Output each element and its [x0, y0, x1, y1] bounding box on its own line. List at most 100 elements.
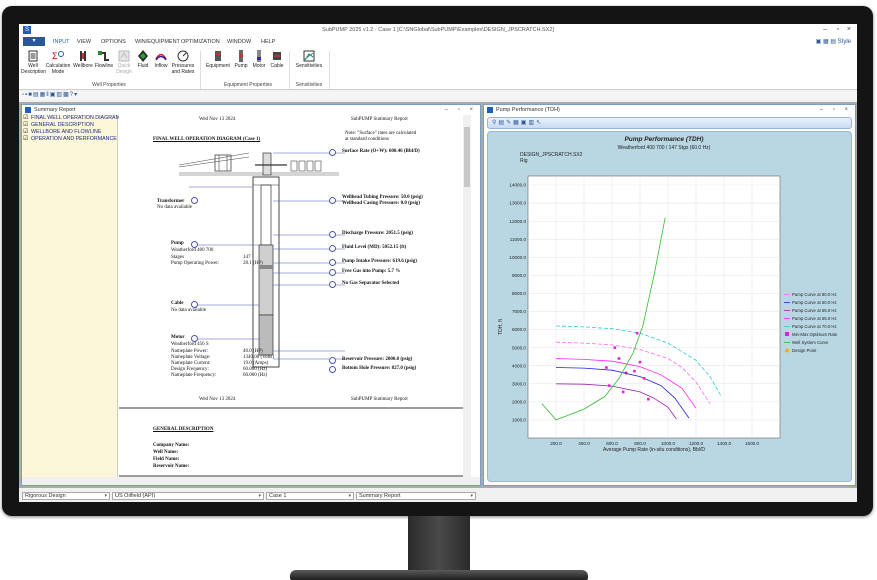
design-mode-select[interactable]: Rigorous Design [22, 492, 110, 500]
sensitivities-icon [303, 50, 315, 62]
pump-button[interactable]: Pump [232, 50, 250, 69]
quick-access-toolbar[interactable]: ▫▪■▤▦‖▣▥▩?▾ [19, 91, 857, 100]
summary-report-window: Summary Report – ▫ × FINAL WELL OPERATIO… [21, 104, 481, 486]
status-bar: Rigorous Design US Oilfield (API) Case 1… [19, 490, 857, 502]
minimize-icon[interactable]: – [823, 26, 827, 33]
fluid-level: Fluid Level (MD): 5052.15 (ft) [342, 245, 407, 250]
tab-equipment[interactable]: WIN/EQUIPMENT [135, 39, 180, 45]
tab-optimization[interactable]: OPTIMIZATION [181, 39, 220, 45]
tab-input[interactable]: INPUT [53, 39, 70, 45]
print-icon[interactable]: ▤ [33, 92, 40, 98]
legend-entry: Pump Curve at 60.0 Hz [792, 300, 837, 305]
legend-entry: Pump Curve at 70.0 Hz [792, 324, 837, 329]
diagram-title: FINAL WELL OPERATION DIAGRAM (Case 1) [153, 137, 261, 142]
well-description-button[interactable]: Well Description [21, 50, 46, 75]
close-icon[interactable]: × [847, 26, 851, 33]
report-select[interactable]: Summary Report [356, 492, 476, 500]
screen: S SubPUMP 2025 v1.2 - Case 1 [C:\SNGloba… [19, 24, 857, 502]
case-select[interactable]: Case 1 [266, 492, 354, 500]
quick-design-button[interactable]: Quick Design [115, 50, 133, 75]
tab-window[interactable]: WINDOW [227, 39, 251, 45]
export-icon[interactable]: ▥ [528, 120, 536, 126]
restore-icon[interactable]: ▫ [837, 26, 839, 33]
file-menu-button[interactable]: ▾ [23, 37, 45, 46]
cursor-icon[interactable]: ↖ [536, 120, 543, 126]
pump-intake-pressure: Pump Intake Pressure: 619.6 (psig) [342, 259, 417, 264]
tree-item-operation-performance[interactable]: OPERATION AND PERFORMANCE [22, 136, 117, 143]
motor-button[interactable]: Motor [250, 50, 268, 69]
y-tick-label: 12000.0 [509, 219, 526, 224]
pressures-rates-button[interactable]: Pressures and Rates [170, 50, 196, 75]
chart-window-controls[interactable]: – ▫ × [820, 105, 852, 115]
equipment-icon [215, 51, 221, 61]
mdi-area: Summary Report – ▫ × FINAL WELL OPERATIO… [19, 102, 857, 488]
print-chart-icon[interactable]: ▤ [498, 120, 506, 126]
pump-marker [191, 241, 198, 248]
pressures-rates-label: Pressures and Rates [171, 63, 195, 75]
scroll-thumb[interactable] [464, 127, 470, 187]
y-tick-label: 11000.0 [510, 237, 527, 242]
style-selector[interactable]: ▣ ▦ ▤ Style [816, 38, 851, 45]
optimum-rate-point [635, 331, 639, 335]
motor-spec-value: 19.0 (Amps) [243, 361, 269, 366]
cable-label: Cable [171, 301, 184, 306]
motor-spec-label: Nameplate Frequency: [171, 373, 217, 378]
y-tick-label: 5000.0 [512, 345, 526, 350]
legend-entry: Well System Curve [792, 340, 829, 345]
y-tick-label: 10000.0 [509, 255, 526, 260]
table-icon[interactable]: ▦ [513, 120, 521, 126]
sensitivities-button[interactable]: Sensitivities [294, 50, 324, 69]
svg-text:Σ: Σ [52, 51, 58, 61]
motor-label: Motor [252, 63, 266, 69]
free-gas-marker [329, 269, 336, 276]
tree-item-final-well-diagram[interactable]: FINAL WELL OPERATION DIAGRAM [22, 115, 120, 122]
equipment-button[interactable]: Equipment [205, 50, 231, 69]
motor-spec-value: 60.000 (Hz) [243, 367, 268, 372]
ribbon-separator [289, 51, 290, 89]
report-horizontal-scrollbar[interactable] [22, 477, 480, 485]
report-vertical-scrollbar[interactable] [463, 115, 471, 477]
calculation-mode-button[interactable]: Σ Calculation Mode [45, 50, 71, 75]
page-footer-date: Wed Nov 13 2024 [199, 397, 236, 402]
pump-label: Pump [234, 63, 248, 69]
wellbore-button[interactable]: Wellbore [73, 50, 93, 69]
tab-view[interactable]: VIEW [77, 39, 91, 45]
y-axis-label: TDH, ft [498, 318, 504, 334]
flowline-button[interactable]: Flowline [94, 50, 114, 69]
pump-stages: 147 [243, 255, 251, 260]
report-window-icon [25, 107, 31, 113]
page-footer-right: SubPUMP Summary Report [351, 397, 408, 402]
inflow-button[interactable]: Inflow [153, 50, 169, 69]
summary-report-titlebar[interactable]: Summary Report – ▫ × [22, 105, 480, 115]
tree-item-general-description[interactable]: GENERAL DESCRIPTION [22, 122, 117, 129]
grid-icon[interactable]: ▩ [63, 92, 70, 98]
units-select[interactable]: US Oilfield (API) [112, 492, 264, 500]
general-description-title: GENERAL DESCRIPTION [153, 427, 214, 432]
fluid-button[interactable]: Fluid [135, 50, 151, 69]
chart-case-label-2: Rig [520, 158, 528, 164]
chart-subtitle: Weatherford 400 700 / 147 Stgs (60.0 Hz) [618, 145, 711, 151]
free-gas: Free Gas into Pump: 5.7 % [342, 269, 401, 274]
summary-window-controls[interactable]: – ▫ × [445, 105, 477, 115]
chart-toolbar[interactable]: ⚲▤✎▦▣▥↖ [487, 117, 852, 129]
cable-icon [273, 52, 281, 60]
ribbon: Well Description Σ Calculation Mode Well… [19, 48, 857, 90]
legend-entry: Pump Curve at 55.0 Hz [792, 308, 837, 313]
dropdown-icon[interactable]: ▾ [74, 92, 78, 98]
legend-entry: Design Point [792, 348, 817, 353]
x-tick-label: 200.0 [550, 441, 562, 446]
summary-report-title: Summary Report [34, 107, 76, 113]
pump-performance-chart: Pump Performance (TDH) Weatherford 400 70… [498, 136, 838, 453]
pump-performance-titlebar[interactable]: Pump Performance (TDH) – ▫ × [484, 105, 855, 115]
y-tick-label: 2000.0 [512, 399, 526, 404]
tab-help[interactable]: HELP [261, 39, 275, 45]
x-tick-label: 800.0 [634, 441, 646, 446]
y-tick-label: 9000.0 [512, 273, 526, 278]
tab-options[interactable]: OPTIONS [101, 39, 126, 45]
page-date: Wed Nov 13 2024 [199, 117, 236, 122]
legend-square-swatch [785, 332, 789, 336]
cable-button[interactable]: Cable [268, 50, 286, 69]
y-tick-label: 1000.0 [512, 418, 526, 423]
tree-item-wellbore-flowline[interactable]: WELLBORE AND FLOWLINE [22, 129, 117, 136]
optimum-rate-point [613, 346, 617, 349]
